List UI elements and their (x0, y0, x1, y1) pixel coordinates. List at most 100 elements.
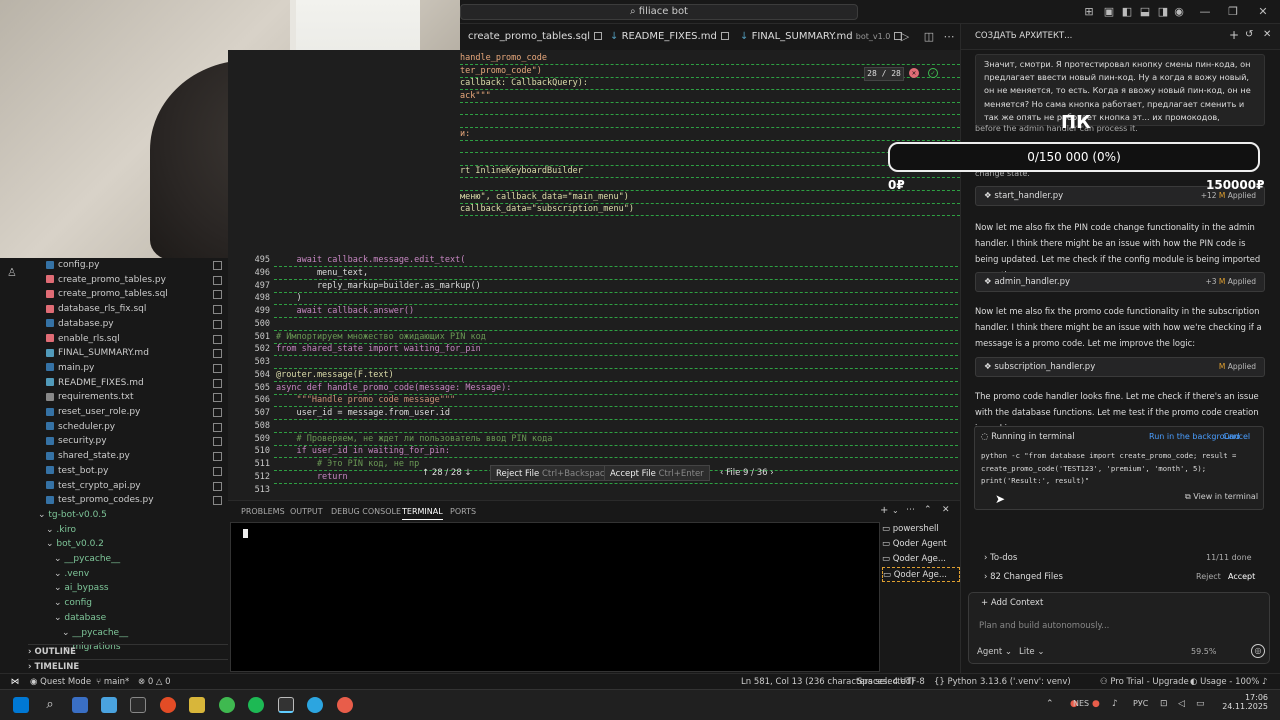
pro-trial[interactable]: ⚇ Pro Trial - Upgrade (1100, 674, 1189, 690)
cancel-run-link[interactable]: Cancel (1223, 432, 1250, 441)
task-view-icon[interactable] (72, 697, 88, 713)
chat-input-box[interactable]: + Add Context Plan and build autonomousl… (968, 592, 1270, 664)
chat-input-placeholder[interactable]: Plan and build autonomously... (979, 621, 1109, 631)
arrow-down-icon[interactable]: ↓ (462, 468, 471, 478)
arrow-up-icon[interactable]: ↑ (422, 468, 432, 478)
split-editor-icon[interactable]: ◫ (922, 30, 936, 44)
tab-create-promo-tables-sql[interactable]: create_promo_tables.sql (462, 24, 608, 50)
tray-chevron-icon[interactable]: ⌃ (1046, 699, 1054, 709)
close-window-icon[interactable]: ✕ (1256, 5, 1270, 19)
terminal-item-qoder-1[interactable]: ▭ Qoder Agent (882, 537, 960, 552)
usage[interactable]: ◐ Usage - 100% (1190, 674, 1259, 690)
explorer-file[interactable]: test_bot.py (28, 464, 228, 479)
checkbox-icon[interactable] (213, 319, 222, 329)
volume-icon[interactable]: ◁ (1178, 699, 1185, 709)
tab-debug-console[interactable]: DEBUG CONSOLE (331, 505, 401, 519)
tray-record-icon[interactable]: ● (1092, 699, 1100, 709)
terminal-item-powershell[interactable]: ▭ powershell (882, 522, 960, 537)
store-icon[interactable] (101, 697, 117, 713)
explorer-file[interactable]: test_crypto_api.py (28, 479, 228, 494)
chrome-icon[interactable] (160, 697, 176, 713)
checkbox-icon[interactable] (213, 305, 222, 315)
explorer-file[interactable]: security.py (28, 434, 228, 449)
new-terminal-icon[interactable]: + (880, 505, 888, 516)
tab-ports[interactable]: PORTS (450, 505, 476, 519)
python-interpreter[interactable]: 3.13.6 ('.venv': venv) (980, 674, 1071, 690)
more-actions-icon[interactable]: ⋯ (942, 30, 956, 44)
changed-files-toggle[interactable]: › 82 Changed Files (984, 572, 1063, 582)
spotify-icon[interactable] (248, 697, 264, 713)
explorer-file[interactable]: test_promo_codes.py (28, 493, 228, 508)
checkbox-icon[interactable] (213, 452, 222, 462)
explorer-folder[interactable]: ⌄ bot_v0.0.2 (28, 537, 228, 552)
indentation[interactable]: Spaces: 4 (857, 674, 898, 690)
maximize-icon[interactable]: ❐ (1226, 5, 1240, 19)
explorer-folder[interactable]: ⌄ ai_bypass (28, 581, 228, 596)
checkbox-icon[interactable] (213, 334, 222, 344)
file-card-admin-handler[interactable]: ❖ admin_handler.py +3 M Applied (975, 272, 1265, 292)
explorer-folder[interactable]: ⌄ __pycache__ (28, 626, 228, 641)
toggle-sidebar-icon[interactable]: ◧ (1120, 5, 1134, 19)
explorer-file[interactable]: database.py (28, 317, 228, 332)
tab-problems[interactable]: PROBLEMS (241, 505, 285, 519)
command-search-input[interactable]: ⌕ filiace bot (460, 4, 858, 20)
run-icon[interactable]: ▷ (898, 30, 912, 44)
remote-icon[interactable]: ⋈ (8, 674, 22, 690)
chevron-down-icon[interactable]: ⌄ (892, 506, 899, 515)
explorer-file[interactable]: FINAL_SUMMARY.md (28, 346, 228, 361)
reject-all-button[interactable]: Reject (1196, 572, 1221, 581)
clock[interactable]: 17:06 24.11.2025 (1222, 693, 1268, 711)
explorer-file[interactable]: shared_state.py (28, 449, 228, 464)
explorer-folder[interactable]: ⌄ .kiro (28, 523, 228, 538)
checkbox-icon[interactable] (213, 275, 222, 285)
tray-lang[interactable]: NES (1073, 699, 1089, 708)
explorer-file[interactable]: database_rls_fix.sql (28, 302, 228, 317)
problems-count[interactable]: ⊗ 0 △ 0 (138, 674, 171, 690)
outline-section[interactable]: › OUTLINE (28, 644, 228, 658)
checkbox-icon[interactable] (213, 261, 222, 270)
account-icon[interactable]: ◉ (1172, 5, 1186, 19)
model-select[interactable]: Lite ⌄ (1019, 647, 1045, 657)
checkbox-icon[interactable] (213, 422, 222, 432)
microphone-icon[interactable]: ♪ (1112, 699, 1118, 709)
battery-icon[interactable]: ▭ (1196, 699, 1205, 709)
file-card-subscription-handler[interactable]: ❖ subscription_handler.py M Applied (975, 357, 1265, 377)
tab-output[interactable]: OUTPUT (290, 505, 323, 519)
checkbox-icon[interactable] (213, 466, 222, 476)
terminal-item-qoder-3[interactable]: ▭ Qoder Age... (882, 567, 960, 582)
add-context-button[interactable]: + Add Context (981, 598, 1043, 608)
explorer-file[interactable]: main.py (28, 361, 228, 376)
maximize-panel-icon[interactable]: ⌃ (924, 505, 932, 515)
diff-nav[interactable]: ↑ 28 / 28 ↓ (422, 465, 472, 481)
explorer-file[interactable]: scheduler.py (28, 420, 228, 435)
git-branch[interactable]: ⑂ main* (96, 674, 129, 690)
explorer-file[interactable]: reset_user_role.py (28, 405, 228, 420)
close-tab-icon[interactable] (720, 32, 729, 40)
qoder-app-icon[interactable] (278, 697, 294, 713)
toggle-secondary-sidebar-icon[interactable]: ◨ (1156, 5, 1170, 19)
reject-all-icon[interactable]: ✕ (909, 68, 919, 78)
timeline-section[interactable]: › TIMELINE (28, 659, 228, 673)
files-icon[interactable] (189, 697, 205, 713)
start-icon[interactable] (13, 697, 29, 713)
file-nav[interactable]: ‹ File 9 / 36 › (720, 465, 774, 481)
explorer-folder[interactable]: ⌄ __pycache__ (28, 552, 228, 567)
explorer-file[interactable]: config.py (28, 258, 228, 273)
send-icon[interactable]: ◎ (1251, 644, 1265, 658)
terminal-app-icon[interactable] (130, 697, 146, 713)
checkbox-icon[interactable] (213, 290, 222, 300)
obs-icon[interactable] (337, 697, 353, 713)
whatsapp-icon[interactable] (219, 697, 235, 713)
quest-mode[interactable]: ◉ Quest Mode (30, 674, 91, 690)
extensions-icon[interactable]: ⊞ (1082, 5, 1096, 19)
accept-all-button[interactable]: Accept (1228, 572, 1255, 581)
agent-mode-select[interactable]: Agent ⌄ (977, 647, 1012, 657)
todos-toggle[interactable]: › To-dos (984, 553, 1017, 563)
close-chat-icon[interactable]: ✕ (1263, 29, 1271, 40)
explorer-folder[interactable]: ⌄ database (28, 611, 228, 626)
checkbox-icon[interactable] (213, 408, 222, 417)
minimize-icon[interactable]: — (1198, 5, 1212, 19)
checkbox-icon[interactable] (213, 349, 222, 359)
terminal-output[interactable] (230, 522, 880, 672)
close-panel-icon[interactable]: ✕ (942, 505, 950, 515)
